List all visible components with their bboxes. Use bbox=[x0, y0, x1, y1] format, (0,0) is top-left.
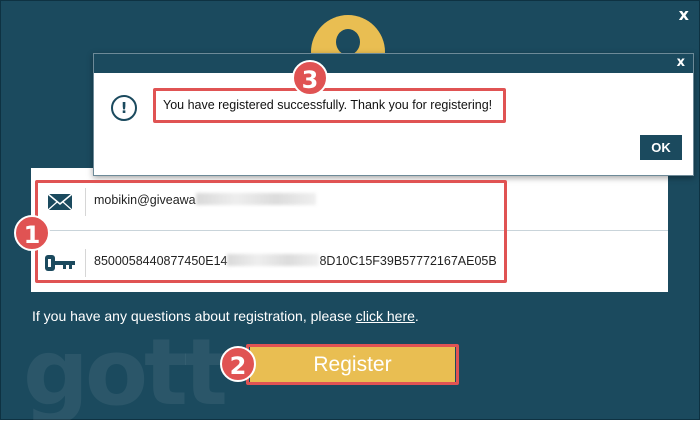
step-badge-1: 1 bbox=[14, 215, 50, 251]
dialog-titlebar: x bbox=[94, 54, 693, 73]
click-here-link[interactable]: click here bbox=[356, 308, 415, 324]
help-text-suffix: . bbox=[414, 308, 419, 324]
callout-box-fields bbox=[35, 180, 507, 283]
watermark: gott bbox=[23, 319, 228, 426]
ok-button[interactable]: OK bbox=[640, 135, 682, 160]
step-badge-2: 2 bbox=[220, 346, 256, 382]
avatar-head-shape bbox=[336, 29, 360, 55]
info-icon: ! bbox=[111, 95, 137, 121]
callout-box-register bbox=[246, 344, 459, 385]
callout-box-message bbox=[153, 88, 506, 123]
help-text: If you have any questions about registra… bbox=[32, 308, 419, 324]
dialog-close-button[interactable]: x bbox=[677, 55, 685, 70]
step-badge-3: 3 bbox=[292, 60, 328, 96]
registration-window: x gott mobikin@giveawa 8500058440877450E… bbox=[0, 0, 700, 426]
window-close-button[interactable]: x bbox=[679, 5, 689, 24]
help-text-body: If you have any questions about registra… bbox=[32, 308, 356, 324]
